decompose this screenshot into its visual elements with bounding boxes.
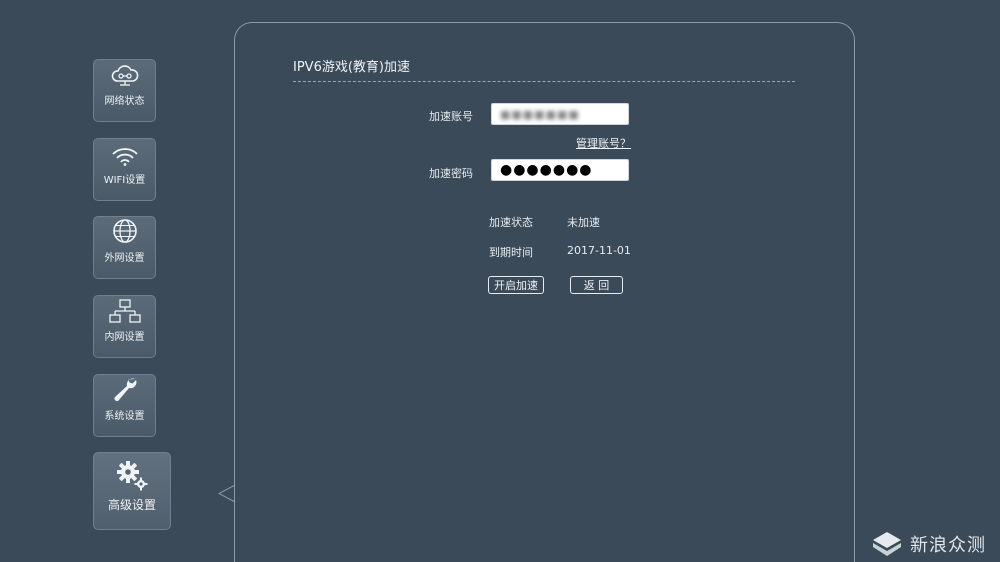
sidebar-item-lan[interactable]: 内网设置 [93,295,156,358]
page-title: IPV6游戏(教育)加速 [293,60,410,75]
sidebar-item-label: WIFI设置 [103,175,146,186]
watermark-text: 新浪众测 [910,535,986,556]
globe-icon [112,219,137,243]
wrench-icon [114,378,136,401]
title-divider [293,81,795,82]
account-label: 加速账号 [429,110,473,123]
status-value: 未加速 [567,216,600,229]
sidebar: 网络状态 WIFI设置 外网设置 内网设置 系统设置 高级设置 [0,0,230,562]
account-value: ■■■■■■■ [500,107,580,121]
cloud-network-icon [111,65,138,86]
expiry-label: 到期时间 [489,246,533,259]
sidebar-item-label: 高级设置 [107,498,156,512]
start-acceleration-button[interactable]: 开启加速 [488,276,544,294]
sidebar-item-label: 系统设置 [104,411,145,422]
content-panel: IPV6游戏(教育)加速 加速账号 ■■■■■■■ 管理账号？ 加速密码 ●●●… [234,22,855,562]
back-button[interactable]: 返 回 [570,276,623,294]
manage-account-link[interactable]: 管理账号？ [576,135,631,151]
sidebar-item-label: 内网设置 [104,332,145,343]
password-label: 加速密码 [429,167,473,180]
account-input[interactable]: ■■■■■■■ [491,103,629,125]
expiry-value: 2017-11-01 [567,244,631,257]
status-label: 加速状态 [489,216,533,229]
gears-icon [117,461,148,491]
sidebar-item-label: 外网设置 [104,253,145,264]
password-input[interactable]: ●●●●●●● [491,159,629,181]
sidebar-item-advanced[interactable]: 高级设置 [93,452,171,530]
wifi-icon [111,148,138,166]
sina-logo-icon [873,532,901,556]
watermark: 新浪众测 [872,531,986,557]
sidebar-item-label: 网络状态 [104,96,145,107]
lan-topology-icon [108,299,141,323]
password-value: ●●●●●●● [500,162,593,178]
sidebar-item-wan[interactable]: 外网设置 [93,216,156,279]
sidebar-item-wifi[interactable]: WIFI设置 [93,138,156,201]
sidebar-item-network-status[interactable]: 网络状态 [93,59,156,122]
sidebar-item-system[interactable]: 系统设置 [93,374,156,437]
